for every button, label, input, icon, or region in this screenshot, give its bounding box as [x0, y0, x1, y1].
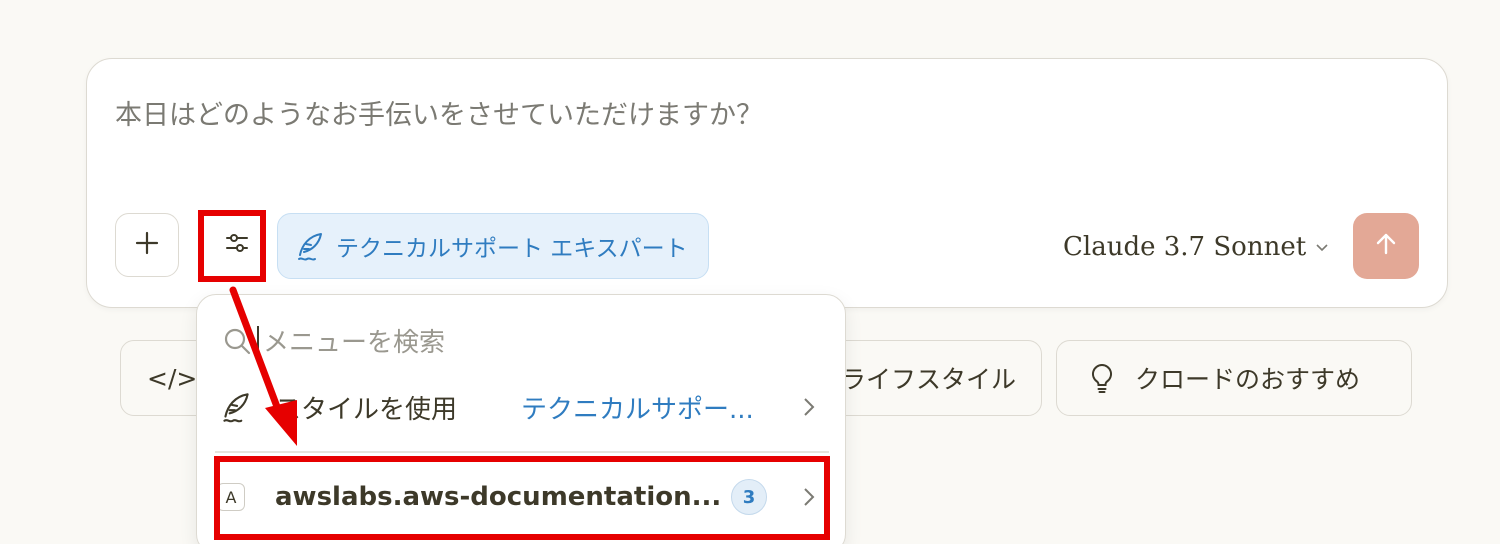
chat-composer: テクニカルサポート エキスパート Claude 3.7 Sonnet	[86, 58, 1448, 308]
menu-item-mcp-server[interactable]: A awslabs.aws-documentation... 3	[217, 467, 827, 527]
tools-menu-button[interactable]	[205, 213, 269, 277]
mcp-badge-wrap: A	[217, 483, 263, 511]
menu-search[interactable]	[221, 321, 663, 365]
tools-dropdown-menu: スタイルを使用 テクニカルサポー... A awslabs.aws-docume…	[196, 294, 846, 544]
text-caret	[257, 326, 259, 360]
quill-icon	[292, 228, 328, 264]
tool-count-badge: 3	[731, 479, 767, 515]
model-selector[interactable]: Claude 3.7 Sonnet	[1063, 229, 1330, 265]
plus-icon	[134, 230, 160, 260]
code-icon: </>	[147, 363, 198, 393]
mcp-server-label: awslabs.aws-documentation...	[275, 482, 722, 512]
model-label: Claude 3.7 Sonnet	[1063, 232, 1307, 262]
current-style-value: テクニカルサポー...	[521, 394, 754, 425]
menu-divider	[215, 451, 829, 453]
chevron-right-icon	[801, 395, 817, 419]
quill-icon	[217, 388, 263, 426]
chevron-right-icon	[801, 485, 817, 509]
prompt-input[interactable]	[115, 95, 1365, 135]
style-chip-label: テクニカルサポート エキスパート	[336, 236, 688, 262]
sliders-icon	[223, 229, 251, 261]
search-icon	[221, 325, 253, 361]
suggestion-recommend-label: クロードのおすすめ	[1135, 365, 1361, 394]
arrow-up-icon	[1372, 230, 1400, 262]
suggestion-lifestyle-label: ライフスタイル	[841, 365, 1017, 394]
mcp-server-icon: A	[217, 483, 245, 511]
use-style-label: スタイルを使用	[275, 394, 458, 425]
add-content-button[interactable]	[115, 213, 179, 277]
suggestion-recommend[interactable]: クロードのおすすめ	[1056, 340, 1412, 416]
menu-search-input[interactable]	[263, 328, 663, 358]
active-style-chip[interactable]: テクニカルサポート エキスパート	[277, 213, 709, 279]
send-button[interactable]	[1353, 213, 1419, 279]
menu-item-use-style[interactable]: スタイルを使用 テクニカルサポー...	[217, 377, 827, 437]
chevron-down-icon	[1314, 239, 1330, 255]
lightbulb-icon	[1087, 362, 1117, 394]
